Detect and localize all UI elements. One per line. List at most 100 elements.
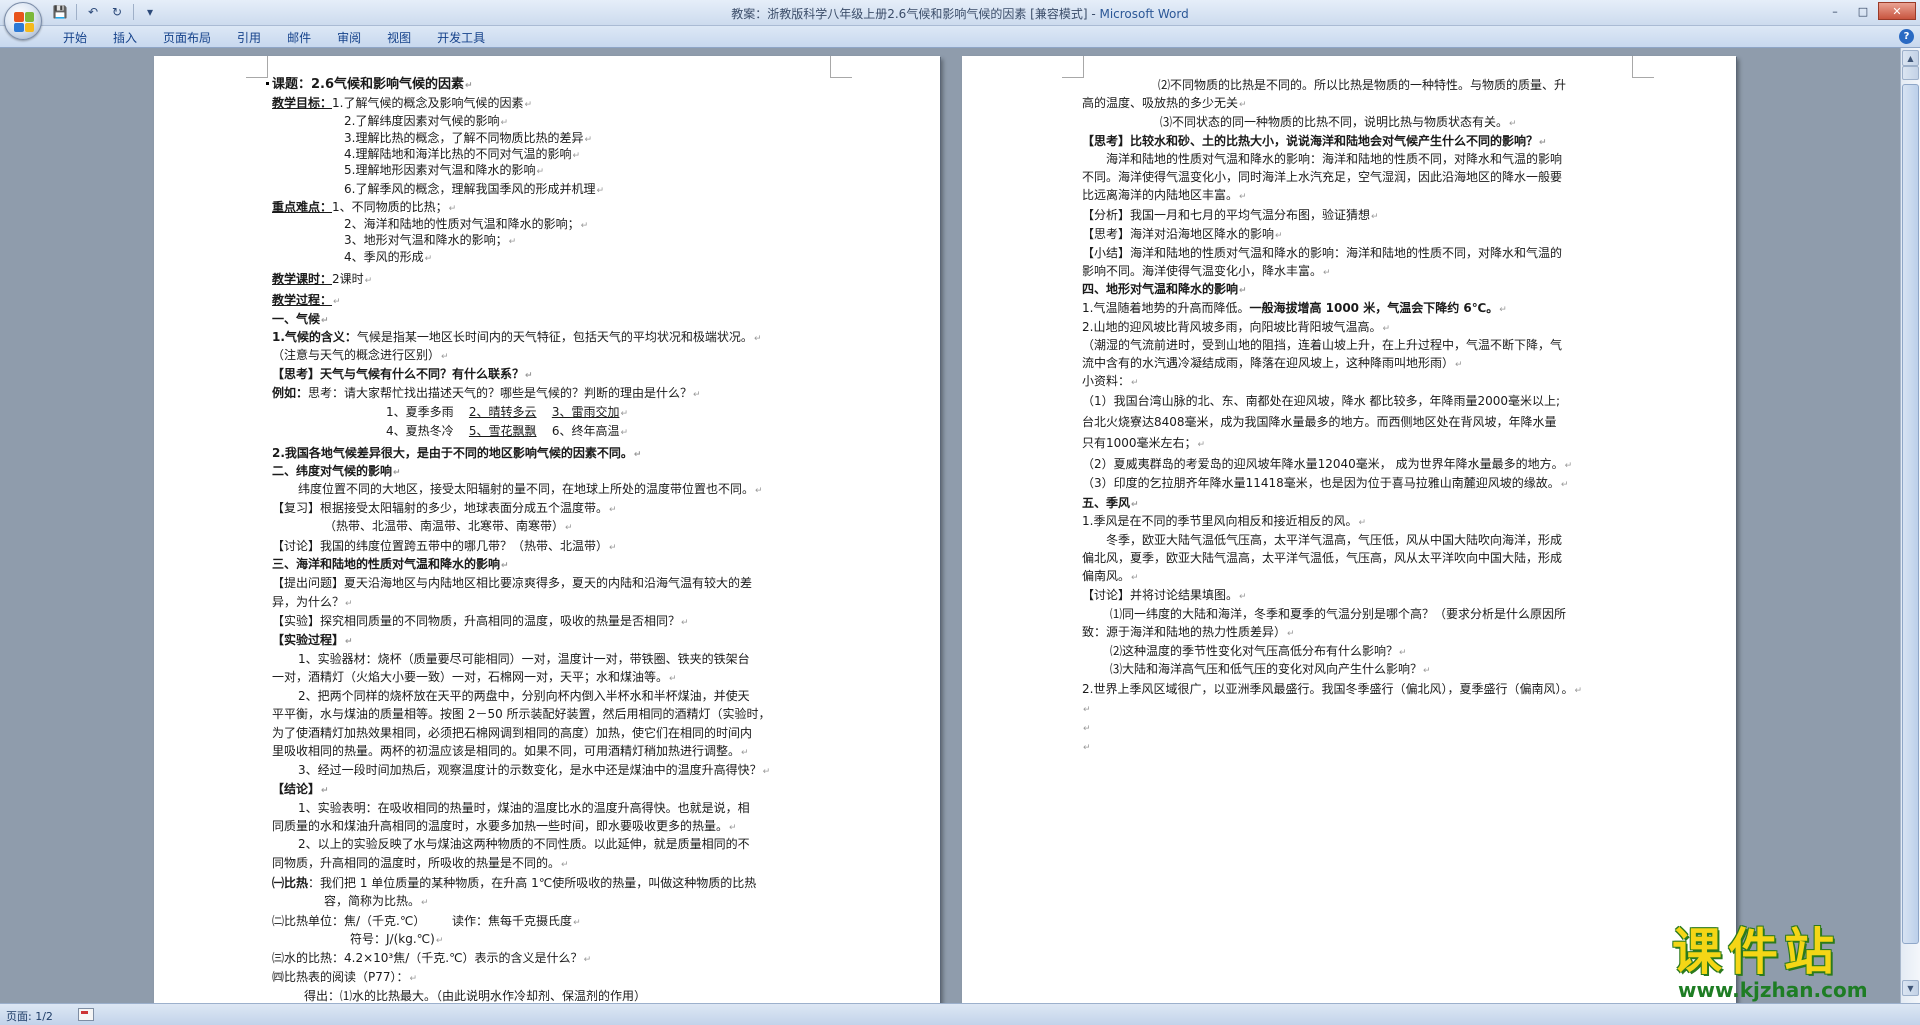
paragraph: ⑶不同状态的同一种物质的比热不同，说明比热与物质状态有关。↵ <box>1160 115 1517 129</box>
paragraph: （1）我国台湾山脉的北、东、南都处在迎风坡，降水 都比较多，年降雨量2000毫米… <box>1082 394 1561 408</box>
paragraph: 容，简称为比热。↵ <box>324 894 429 908</box>
close-button[interactable]: ✕ <box>1878 2 1916 20</box>
paragraph: ㈠比热：我们把 1 单位质量的某种物质，在升高 1℃使所吸收的热量，叫做这种物质… <box>272 876 757 890</box>
paragraph: 平平衡，水与煤油的质量相等。按图 2－50 所示装配好装置，然后用相同的酒精灯（… <box>272 707 771 721</box>
tab-review[interactable]: 审阅 <box>324 29 374 47</box>
class-hours-line: 教学课时：2课时↵ <box>272 272 373 286</box>
status-bar: 页面: 1/2 <box>0 1003 1920 1025</box>
paragraph: 得出：⑴水的比热最大。（由此说明水作冷却剂、保温剂的作用） <box>304 989 647 1003</box>
window-controls: – □ ✕ <box>1822 2 1916 20</box>
paragraph: 符号：J/(kg.℃)↵ <box>350 932 444 946</box>
ruler-toggle-icon[interactable] <box>1902 66 1919 80</box>
proofing-icon[interactable] <box>78 1008 94 1021</box>
minimize-button[interactable]: – <box>1822 2 1848 20</box>
paragraph: 偏北风，夏季，欧亚大陆气温高，太平洋气温低，气压高，风从太平洋吹向中国大陆，形成 <box>1082 551 1563 565</box>
paragraph: ㈢水的比热：4.2×10³焦/（千克.℃）表示的含义是什么？↵ <box>272 951 592 965</box>
tab-insert[interactable]: 插入 <box>100 29 150 47</box>
vertical-scrollbar[interactable]: ▲ ▼ <box>1900 48 1920 1003</box>
document-title: 教案：浙教版科学八年级上册2.6气候和影响气候的因素 [兼容模式] - <box>731 7 1100 21</box>
paragraph: 例如：思考：请大家帮忙找出描述天气的？哪些是气候的？判断的理由是什么？↵ <box>272 386 701 400</box>
scroll-up-icon[interactable]: ▲ <box>1902 50 1919 66</box>
paragraph: 1、实验器材：烧杯（质量要尽可能相同）一对，温度计一对，带铁圈、铁夹的铁架台 <box>298 652 750 666</box>
paragraph: 海洋和陆地的性质对气温和降水的影响：海洋和陆地的性质不同，对降水和气温的影响 <box>1106 152 1563 166</box>
page-corner-mark <box>246 56 268 78</box>
scrollbar-thumb[interactable] <box>1902 84 1919 944</box>
think-prompt: 【思考】天气与气候有什么不同？有什么联系？↵ <box>272 367 533 381</box>
paragraph: 高的温度、吸放热的多少无关↵ <box>1082 96 1247 110</box>
empty-paragraph: ↵ <box>1083 705 1091 715</box>
watermark-url: www.kjzhan.com <box>1678 978 1868 1002</box>
page-indicator[interactable]: 页面: 1/2 <box>6 1008 53 1024</box>
paragraph: 3、经过一段时间加热后，观察温度计的示数变化，是水中还是煤油中的温度升高得快？↵ <box>298 763 771 777</box>
paragraph: 1.季风是在不同的季节里风向相反和接近相反的风。↵ <box>1082 514 1366 528</box>
paragraph: ⑵不同物质的比热是不同的。所以比热是物质的一种特性。与物质的质量、升 <box>1158 78 1567 92</box>
paragraph: 2、以上的实验反映了水与煤油这两种物质的不同性质。以此延伸，就是质量相同的不 <box>298 837 750 851</box>
paragraph: 【分析】我国一月和七月的平均气温分布图，验证猜想↵ <box>1082 208 1379 222</box>
goal-item: 5.理解地形因素对气温和降水的影响↵ <box>344 163 544 177</box>
site-watermark: 课件站 www.kjzhan.com <box>1672 924 1902 1002</box>
page-corner-mark <box>1062 56 1084 78</box>
app-name: Microsoft Word <box>1099 7 1189 21</box>
paragraph: 一对，酒精灯（火焰大小要一致）一对，石棉网一对，天平；水和煤油等。↵ <box>272 670 677 684</box>
paragraph: 【实验】探究相同质量的不同物质，升高相同的温度，吸收的热量是否相同？↵ <box>272 614 689 628</box>
paragraph: ㈣比热表的阅读（P77）：↵ <box>272 970 418 984</box>
paragraph: ⑶大陆和海洋高气压和低气压的变化对风向产生什么影响？↵ <box>1110 662 1431 676</box>
maximize-button[interactable]: □ <box>1850 2 1876 20</box>
lesson-title: 课题：2.6气候和影响气候的因素↵ <box>272 77 473 92</box>
paragraph: 致：源于海洋和陆地的热力性质差异）↵ <box>1082 625 1295 639</box>
paragraph: 【小结】海洋和陆地的性质对气温和降水的影响：海洋和陆地的性质不同，对降水和气温的 <box>1082 246 1563 260</box>
paragraph: 小资料：↵ <box>1082 374 1139 388</box>
tab-developer[interactable]: 开发工具 <box>424 29 498 47</box>
paragraph: 纬度位置不同的大地区，接受太阳辐射的量不同，在地球上所处的温度带位置也不同。↵ <box>298 482 763 496</box>
paragraph: 只有1000毫米左右；↵ <box>1082 436 1206 450</box>
empty-paragraph: ↵ <box>1083 724 1091 734</box>
office-button[interactable] <box>4 2 42 40</box>
window-title: 教案：浙教版科学八年级上册2.6气候和影响气候的因素 [兼容模式] - Micr… <box>0 5 1920 22</box>
section-heading: 三、海洋和陆地的性质对气温和降水的影响↵ <box>272 557 509 571</box>
paragraph: 异，为什么？↵ <box>272 595 353 609</box>
section-heading: 四、地形对气温和降水的影响↵ <box>1082 282 1247 296</box>
paragraph: 2、把两个同样的烧杯放在天平的两盘中，分别向杯内倒入半杯水和半杯煤油，并使天 <box>298 689 750 703</box>
anchor-mark <box>266 82 269 85</box>
paragraph: 为了使酒精灯加热效果相同，必须把石棉网调到相同的高度）加热，使它们在相同的时间内 <box>272 726 753 740</box>
paragraph: 1.气温随着地势的升高而降低。一般海拔增高 1000 米，气温会下降约 6℃。↵ <box>1082 301 1507 315</box>
tab-mailings[interactable]: 邮件 <box>274 29 324 47</box>
paragraph: 【思考】海洋对沿海地区降水的影响↵ <box>1082 227 1283 241</box>
help-icon[interactable]: ? <box>1899 29 1914 44</box>
paragraph: 【讨论】并将讨论结果填图。↵ <box>1082 588 1247 602</box>
paragraph: 偏南风。↵ <box>1082 569 1139 583</box>
scroll-down-icon[interactable]: ▼ <box>1902 980 1919 996</box>
empty-paragraph: ↵ <box>1083 743 1091 753</box>
paragraph: 里吸收相同的热量。两杯的初温应该是相同的。如果不同，可用酒精灯稍加热进行调整。↵ <box>272 744 749 758</box>
paragraph: 【提出问题】夏天沿海地区与内陆地区相比要凉爽得多，夏天的内陆和沿海气温有较大的差 <box>272 576 753 590</box>
paragraph: 冬季，欧亚大陆气温低气压高，太平洋气温高，气压低，风从中国大陆吹向海洋，形成 <box>1106 533 1563 547</box>
paragraph: 2.世界上季风区域很广，以亚洲季风最盛行。我国冬季盛行（偏北风），夏季盛行（偏南… <box>1082 682 1582 696</box>
paragraph: 比远离海洋的内陆地区丰富。↵ <box>1082 188 1247 202</box>
paragraph: 台北火烧寮达8408毫米，成为我国降水量最多的地方。而西侧地区处在背风坡，年降水… <box>1082 415 1557 429</box>
tab-view[interactable]: 视图 <box>374 29 424 47</box>
page-corner-mark <box>830 56 852 78</box>
tab-home[interactable]: 开始 <box>50 29 100 47</box>
watermark-title: 课件站 <box>1672 923 1840 981</box>
document-page-2[interactable]: ⑵不同物质的比热是不同的。所以比热是物质的一种特性。与物质的质量、升 高的温度、… <box>962 56 1736 1003</box>
paragraph: （潮湿的气流前进时，受到山地的阻挡，连着山坡上升，在上升过程中，气温不断下降，气 <box>1082 338 1563 352</box>
key-point-item: 4、季风的形成↵ <box>344 250 433 264</box>
tab-references[interactable]: 引用 <box>224 29 274 47</box>
document-page-1[interactable]: 课题：2.6气候和影响气候的因素↵ 教学目标：1.了解气候的概念及影响气候的因素… <box>154 56 940 1003</box>
ribbon-tabs: 开始 插入 页面布局 引用 邮件 审阅 视图 开发工具 <box>50 29 498 47</box>
paragraph: 【实验过程】↵ <box>272 633 353 647</box>
paragraph: 1、实验表明：在吸收相同的热量时，煤油的温度比水的温度升高得快。也就是说，相 <box>298 801 750 815</box>
document-workspace[interactable]: 课题：2.6气候和影响气候的因素↵ 教学目标：1.了解气候的概念及影响气候的因素… <box>0 48 1900 1003</box>
paragraph: （2）夏威夷群岛的考爱岛的迎风坡年降水量12040毫米， 成为世界年降水量最多的… <box>1082 457 1573 471</box>
tab-page-layout[interactable]: 页面布局 <box>150 29 224 47</box>
paragraph: 不同。海洋使得气温变化小，同时海洋上水汽充足，空气湿润，因此沿海地区的降水一般要 <box>1082 170 1563 184</box>
process-label: 教学过程：↵ <box>272 293 341 307</box>
paragraph: 流中含有的水汽遇冷凝结成雨，降落在迎风坡上，这种降雨叫地形雨）↵ <box>1082 356 1463 370</box>
page-corner-mark <box>1632 56 1654 78</box>
paragraph: 【结论】↵ <box>272 782 329 796</box>
paragraph: 同物质，升高相同的温度时，所吸收的热量是不同的。↵ <box>272 856 569 870</box>
paragraph: （热带、北温带、南温带、北寒带、南寒带）↵ <box>324 519 573 533</box>
title-bar: 💾 ↶ ↻ ▾ 教案：浙教版科学八年级上册2.6气候和影响气候的因素 [兼容模式… <box>0 0 1920 26</box>
example-row: 1、夏季多雨 2、晴转多云 3、雷雨交加↵ <box>386 405 628 419</box>
office-logo-icon <box>14 12 34 32</box>
